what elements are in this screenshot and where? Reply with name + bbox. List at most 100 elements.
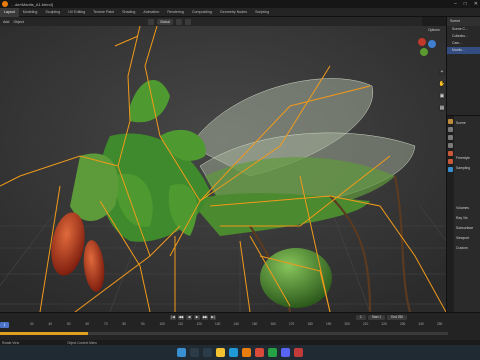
workspace-tab[interactable]: Layout [0, 7, 19, 17]
workspace-tabs: Layout Modeling Sculpting UV Editing Texture… [0, 7, 480, 17]
task-view-icon[interactable] [203, 348, 212, 357]
outliner-title: Scene [447, 17, 480, 26]
ruler-tick-label: 180 [307, 322, 313, 326]
properties-tabs [447, 116, 454, 313]
workspace-tab[interactable]: Shading [118, 8, 139, 17]
axis-x-icon[interactable] [418, 38, 426, 46]
view-layer-tab-icon[interactable] [448, 143, 453, 148]
window-title: …der\Mantis_A1.blend] [11, 1, 53, 7]
start-frame-field[interactable]: Start 1 [367, 315, 386, 320]
workspace-tab[interactable]: Sculpting [41, 8, 64, 17]
options-menu[interactable]: Options [428, 28, 440, 32]
workspace-tab[interactable]: UV Editing [64, 8, 89, 17]
zoom-icon[interactable]: + [438, 68, 446, 76]
ruler-tick-label: 100 [159, 322, 165, 326]
ruler-tick-label: 50 [67, 322, 71, 326]
frame-range: 1 Start 1 End 250 [356, 315, 408, 320]
props-row[interactable]: Custom [456, 246, 468, 250]
edge-icon[interactable] [229, 348, 238, 357]
ruler-tick-label: 230 [400, 322, 406, 326]
timeline-panel: |◀ ◀◆ ◀ ▶ ◆▶ ▶| 1 Start 1 End 250 30 40 50… [0, 312, 480, 340]
props-row[interactable]: Scene [456, 121, 466, 125]
workspace-tab[interactable]: Rendering [163, 8, 188, 17]
props-row[interactable]: Ray Vis [456, 216, 468, 220]
ruler-tick-label: 130 [215, 322, 221, 326]
snap-icon[interactable] [175, 18, 182, 25]
add-menu[interactable]: Add [3, 20, 9, 24]
render-tab-icon[interactable] [448, 127, 453, 132]
outliner-panel: Scene Scene C… Collectio… Cam… Mantis… [446, 17, 480, 115]
frame-range-bar [0, 332, 448, 335]
prev-key-icon[interactable]: ◀◆ [178, 315, 184, 320]
jump-end-icon[interactable]: ▶| [210, 315, 216, 320]
pivot-icon[interactable] [148, 18, 154, 25]
timeline-ruler[interactable]: 30 40 50 60 70 80 90 100 110 120 130 140 150 160 170 18… [0, 322, 480, 330]
props-row[interactable]: Freestyle [456, 156, 470, 160]
current-frame-field[interactable]: 1 [356, 315, 366, 320]
status-left: Rotate View [2, 340, 20, 345]
props-row[interactable]: Volumes [456, 206, 469, 210]
object-tab-icon[interactable] [448, 167, 453, 172]
minimize-icon[interactable]: – [454, 1, 457, 7]
transform-orientation[interactable]: Global [157, 18, 173, 25]
next-key-icon[interactable]: ◆▶ [202, 315, 208, 320]
ruler-tick-label: 120 [196, 322, 202, 326]
app-icon[interactable] [294, 348, 303, 357]
os-taskbar [0, 345, 480, 360]
props-row[interactable]: Subsurface [456, 226, 473, 230]
ruler-tick-label: 160 [270, 322, 276, 326]
props-row[interactable]: Viewport [456, 236, 469, 240]
search-icon[interactable] [190, 348, 199, 357]
end-value: 250 [397, 315, 404, 319]
jump-start-icon[interactable]: |◀ [170, 315, 176, 320]
ruler-tick-label: 170 [289, 322, 295, 326]
tool-tab-icon[interactable] [448, 119, 453, 124]
ruler-tick-label: 210 [363, 322, 369, 326]
blender-logo-icon [2, 1, 8, 7]
outliner-row[interactable]: Cam… [447, 40, 480, 47]
proportional-edit-icon[interactable] [184, 18, 191, 25]
properties-panel: Scene Freestyle Sampling Volumes Ray Vis… [446, 115, 480, 313]
discord-icon[interactable] [281, 348, 290, 357]
transform-controls: Global [148, 17, 191, 26]
ruler-tick-label: 80 [122, 322, 127, 326]
chrome-icon[interactable] [255, 348, 264, 357]
3d-viewport[interactable] [0, 26, 446, 312]
workspace-tab[interactable]: Geometry Nodes [216, 8, 251, 17]
ruler-tick-label: 220 [381, 322, 387, 326]
playhead[interactable]: 1 [0, 322, 9, 328]
axis-y-icon[interactable] [420, 48, 428, 56]
workspace-tab[interactable]: Modeling [19, 8, 42, 17]
outliner-row[interactable]: Scene C… [447, 26, 480, 33]
props-row[interactable]: Sampling [456, 166, 470, 170]
workspace-tab[interactable]: Compositing [188, 8, 216, 17]
file-explorer-icon[interactable] [216, 348, 225, 357]
camera-view-icon[interactable]: ▣ [438, 92, 446, 100]
workspace-tab[interactable]: Texture Paint [89, 8, 118, 17]
maximize-icon[interactable]: □ [464, 1, 467, 7]
ruler-tick-label: 190 [326, 322, 332, 326]
ortho-toggle-icon[interactable]: ▦ [438, 104, 446, 112]
end-label: End [391, 315, 397, 319]
world-tab-icon[interactable] [448, 159, 453, 164]
workspace-tab[interactable]: Animation [139, 8, 163, 17]
ruler-tick-label: 240 [418, 322, 424, 326]
output-tab-icon[interactable] [448, 135, 453, 140]
close-icon[interactable]: ✕ [474, 1, 478, 7]
workspace-tab[interactable]: Scripting [251, 8, 273, 17]
playback-controls: |◀ ◀◆ ◀ ▶ ◆▶ ▶| [170, 315, 216, 320]
blender-icon[interactable] [242, 348, 251, 357]
outliner-row[interactable]: Mantis… [447, 47, 480, 54]
pan-icon[interactable]: ✋ [438, 80, 446, 88]
whatsapp-icon[interactable] [268, 348, 277, 357]
end-frame-field[interactable]: End 250 [387, 315, 408, 320]
axis-z-icon[interactable] [428, 40, 436, 48]
play-icon[interactable]: ▶ [194, 315, 200, 320]
outliner-row[interactable]: Collectio… [447, 33, 480, 40]
object-menu[interactable]: Object [13, 20, 23, 24]
play-reverse-icon[interactable]: ◀ [186, 315, 192, 320]
ruler-tick-label: 200 [344, 322, 350, 326]
scene-tab-icon[interactable] [448, 151, 453, 156]
start-icon[interactable] [177, 348, 186, 357]
start-value: 1 [379, 315, 382, 319]
